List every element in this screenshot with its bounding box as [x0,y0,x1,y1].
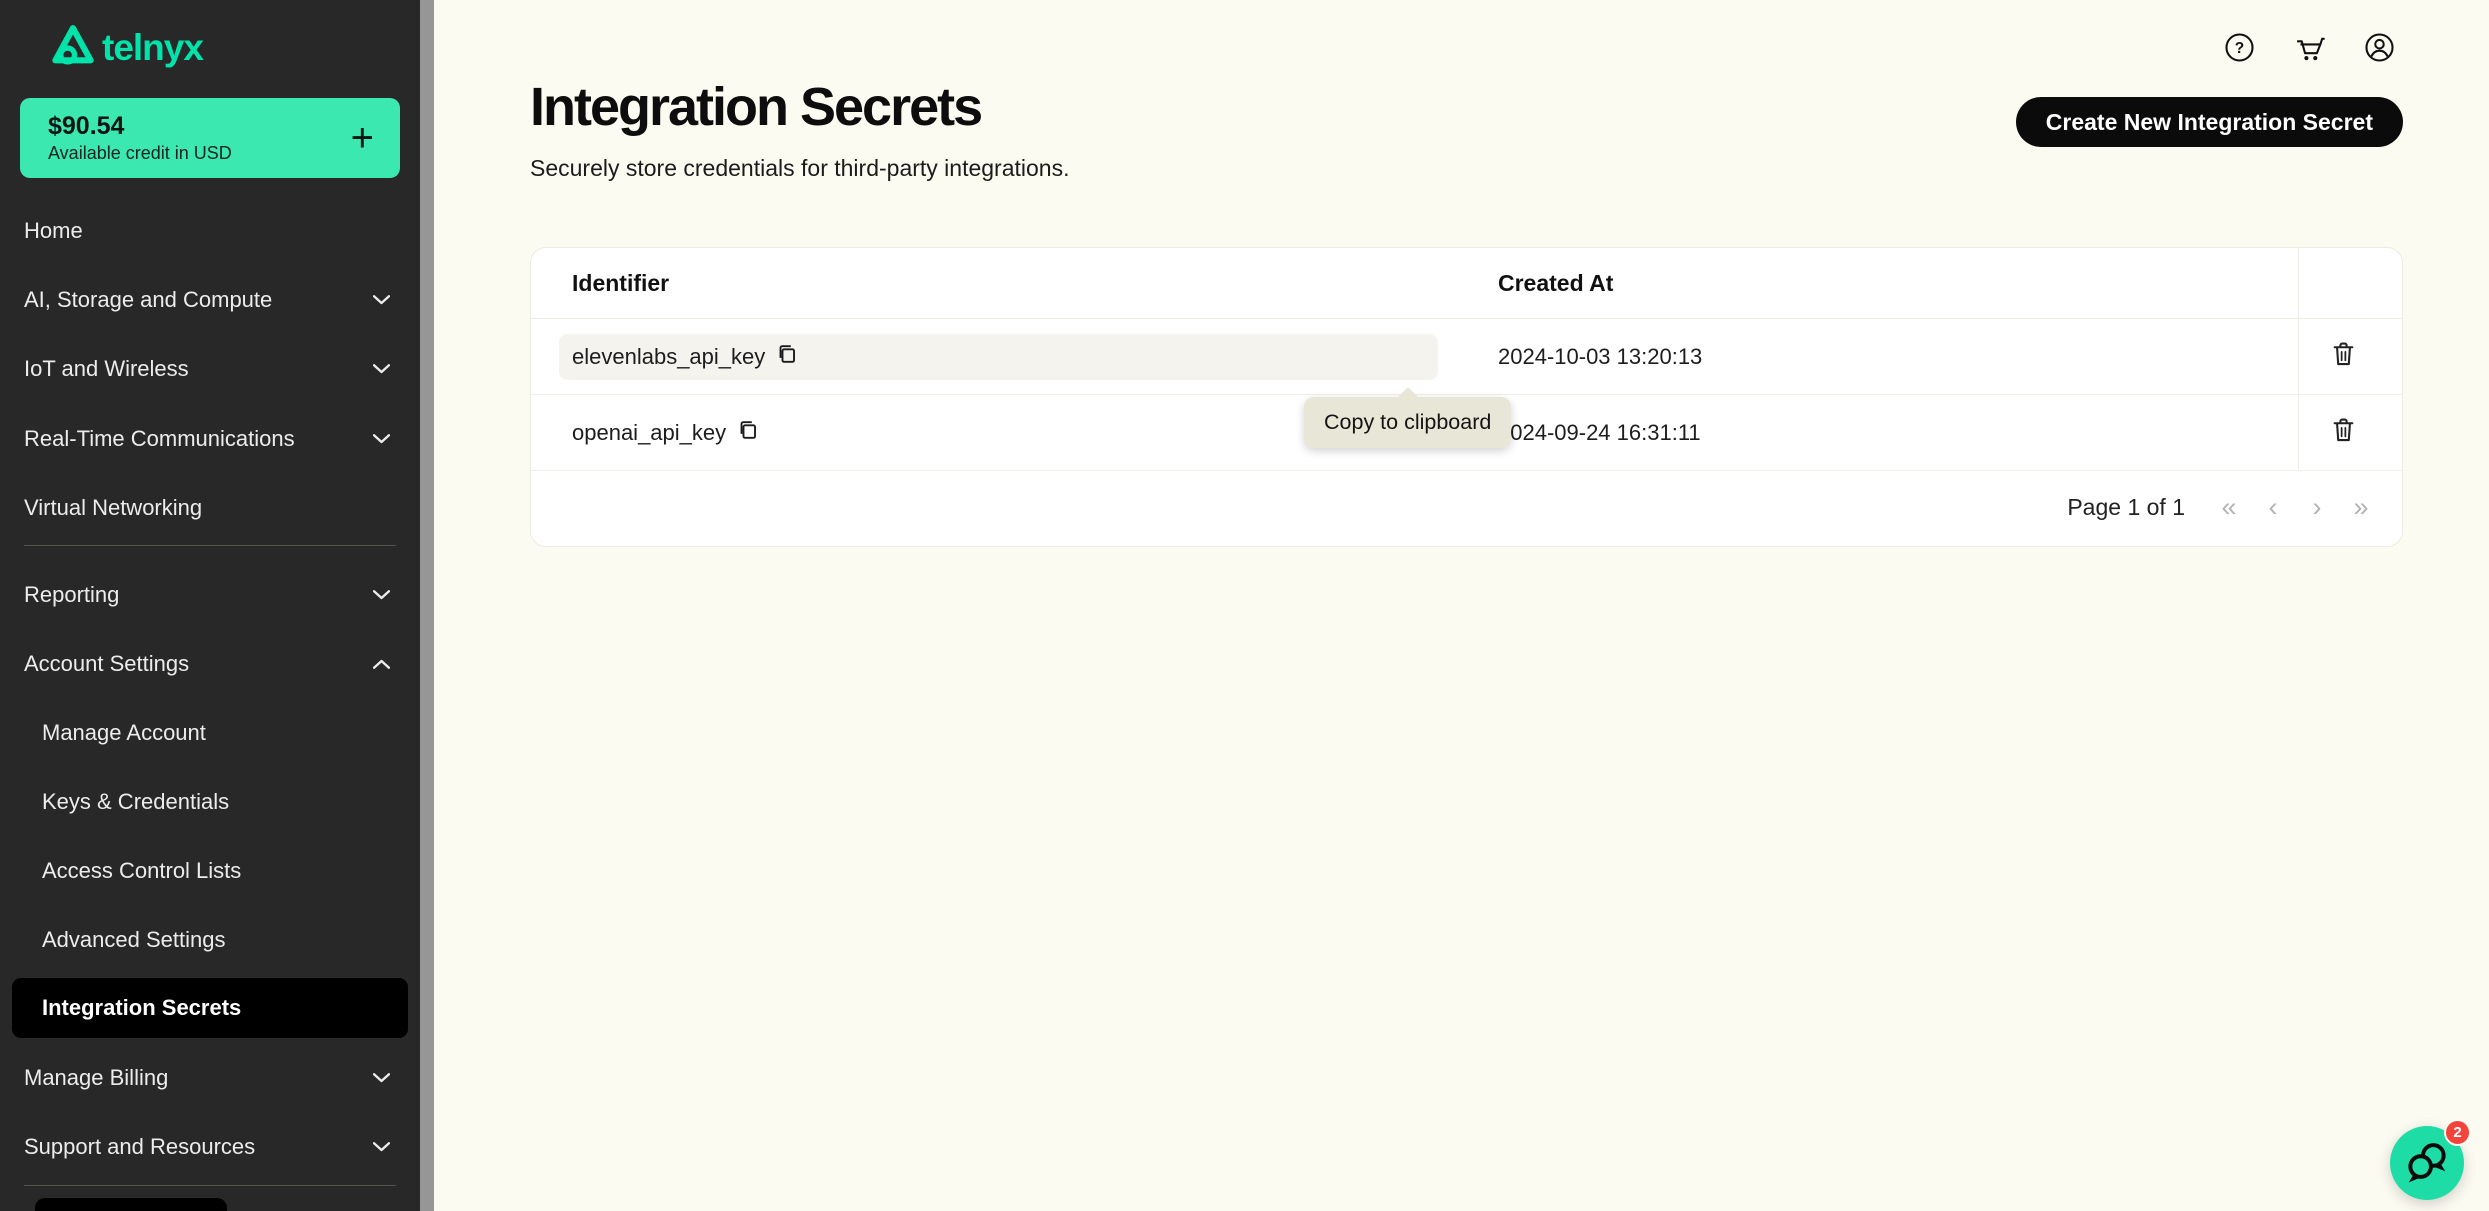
telnyx-logo[interactable]: telnyx [50,22,203,73]
sidebar-item-access-control-lists[interactable]: Access Control Lists [0,836,420,905]
main-content: ? Integration Secrets Securely store cre… [434,0,2489,1211]
chevron-down-icon [373,590,390,600]
help-button[interactable]: ? [2223,34,2255,66]
cart-icon [2293,32,2326,68]
svg-text:?: ? [2234,40,2243,57]
copy-icon [737,419,759,447]
column-header-identifier: Identifier [572,248,669,319]
account-icon [2364,32,2395,68]
sidebar-item-partial[interactable] [35,1198,227,1211]
topbar: ? [2223,34,2395,66]
table-header-row: Identifier Created At [531,248,2402,319]
chevron-down-icon [373,434,390,444]
sidebar: telnyx $90.54 Available credit in USD + … [0,0,420,1211]
copy-button[interactable] [776,343,798,371]
sidebar-item-support-resources[interactable]: Support and Resources [0,1112,420,1181]
help-icon: ? [2224,32,2255,68]
first-page-button[interactable]: « [2207,485,2251,529]
create-new-integration-secret-button[interactable]: Create New Integration Secret [2016,97,2403,147]
identifier-value: elevenlabs_api_key [572,344,765,370]
sidebar-item-label: Reporting [24,582,373,608]
pagination: Page 1 of 1 « ‹ › » [531,468,2402,546]
sidebar-item-keys-credentials[interactable]: Keys & Credentials [0,767,420,836]
identifier-cell: elevenlabs_api_key [572,319,798,395]
sidebar-item-label: Keys & Credentials [42,789,390,815]
credit-info: $90.54 Available credit in USD [48,111,351,165]
chat-unread-badge: 2 [2444,1119,2471,1146]
page-title: Integration Secrets [530,78,981,137]
chevron-down-icon [373,1142,390,1152]
table-row[interactable]: elevenlabs_api_key 2024-10-03 13:20:13 [531,319,2402,395]
cart-button[interactable] [2293,34,2325,66]
telnyx-logo-icon [50,22,96,73]
account-button[interactable] [2363,34,2395,66]
identifier-cell: openai_api_key [572,395,759,471]
chat-launcher-button[interactable]: 2 [2390,1126,2464,1200]
add-credit-button[interactable]: + [351,118,374,158]
telnyx-wordmark: telnyx [102,29,203,66]
trash-icon [2331,341,2356,373]
sidebar-item-label: Manage Billing [24,1065,373,1091]
chat-icon [2403,1138,2451,1189]
sidebar-item-label: Real-Time Communications [24,426,373,452]
sidebar-item-label: IoT and Wireless [24,356,373,382]
last-page-button[interactable]: » [2339,485,2383,529]
created-at-cell: 2024-10-03 13:20:13 [1498,319,1702,395]
previous-page-button[interactable]: ‹ [2251,485,2295,529]
sidebar-item-manage-account[interactable]: Manage Account [0,698,420,767]
app-window: telnyx $90.54 Available credit in USD + … [0,0,2489,1211]
identifier-value: openai_api_key [572,420,726,446]
sidebar-item-label: Access Control Lists [42,858,390,884]
created-at-cell: 2024-09-24 16:31:11 [1498,395,1701,471]
sidebar-divider [24,1185,396,1186]
chevron-down-icon [373,1073,390,1083]
copy-to-clipboard-tooltip: Copy to clipboard [1304,397,1511,448]
sidebar-item-label: Account Settings [24,651,373,677]
trash-icon [2331,417,2356,449]
page-subtitle: Securely store credentials for third-par… [530,155,1069,182]
sidebar-item-virtual-networking[interactable]: Virtual Networking [0,473,420,542]
sidebar-item-ai-storage-compute[interactable]: AI, Storage and Compute [0,265,420,334]
credit-label: Available credit in USD [48,143,351,165]
sidebar-item-advanced-settings[interactable]: Advanced Settings [0,905,420,974]
sidebar-item-label: Manage Account [42,720,390,746]
chevron-down-icon [373,295,390,305]
sidebar-item-iot-wireless[interactable]: IoT and Wireless [0,334,420,403]
copy-button[interactable] [737,419,759,447]
sidebar-item-label: Advanced Settings [42,927,390,953]
sidebar-item-label: Virtual Networking [24,495,390,521]
sidebar-divider [24,545,396,546]
sidebar-item-account-settings[interactable]: Account Settings [0,629,420,698]
chevron-down-icon [373,364,390,374]
sidebar-item-home[interactable]: Home [0,196,420,265]
column-header-created-at: Created At [1498,248,1613,319]
chevron-up-icon [373,659,390,669]
sidebar-item-label: Home [24,218,390,244]
sidebar-item-label: AI, Storage and Compute [24,287,373,313]
sidebar-item-reporting[interactable]: Reporting [0,560,420,629]
sidebar-item-manage-billing[interactable]: Manage Billing [0,1043,420,1112]
next-page-button[interactable]: › [2295,485,2339,529]
available-credit-card[interactable]: $90.54 Available credit in USD + [20,98,400,178]
delete-secret-button[interactable] [2330,395,2356,471]
copy-icon [776,343,798,371]
credit-amount: $90.54 [48,111,351,141]
page-indicator: Page 1 of 1 [2067,494,2185,521]
sidebar-item-integration-secrets-active[interactable]: Integration Secrets [12,978,408,1038]
sidebar-item-real-time-communications[interactable]: Real-Time Communications [0,404,420,473]
sidebar-item-label: Integration Secrets [42,995,241,1021]
sidebar-item-label: Support and Resources [24,1134,373,1160]
sidebar-scrollbar[interactable] [420,0,434,1211]
delete-secret-button[interactable] [2330,319,2356,395]
